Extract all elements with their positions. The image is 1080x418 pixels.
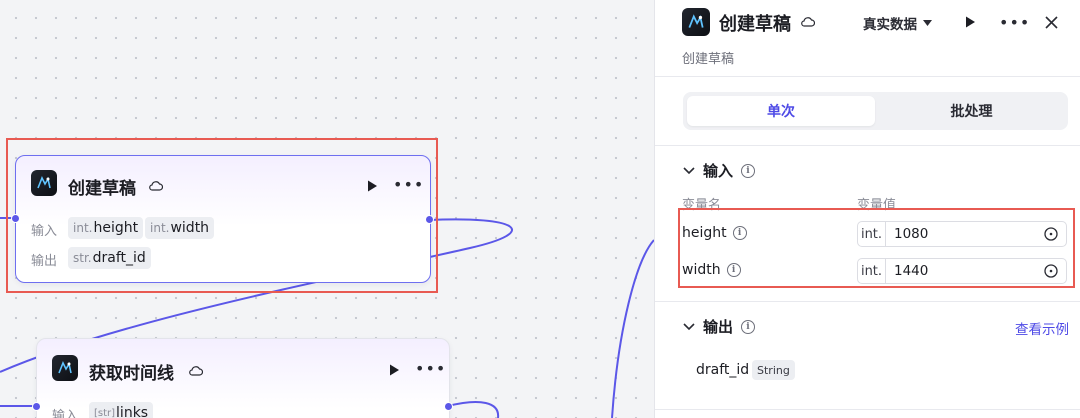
info-icon[interactable]: i (732, 226, 747, 240)
node-get-timeline[interactable]: 获取时间线 ••• 输入 [str] links (36, 338, 450, 418)
node1-input-port[interactable] (11, 214, 20, 223)
tab-single[interactable]: 单次 (687, 96, 875, 126)
input-section-header[interactable]: 输入 i (683, 160, 756, 181)
more-icon[interactable]: ••• (999, 15, 1030, 31)
panel-subtitle: 创建草稿 (682, 52, 735, 67)
plugin-logo-icon (52, 355, 78, 381)
column-header-name: 变量名 (682, 198, 722, 213)
wire-to-panel (611, 239, 654, 418)
input-row-label: 输入 (52, 409, 79, 418)
column-header-value: 变量值 (857, 198, 897, 213)
var-name-width: width i (682, 262, 741, 278)
plugin-logo-icon (682, 8, 710, 36)
value-field[interactable]: 1080 (886, 226, 1044, 242)
node-title: 获取时间线 (89, 364, 174, 384)
cloud-icon (801, 17, 815, 27)
divider (655, 76, 1080, 77)
info-icon[interactable]: i (741, 163, 756, 178)
wire-node2-out (447, 401, 500, 418)
divider (655, 301, 1080, 302)
info-icon[interactable]: i (726, 263, 741, 277)
cloud-icon (189, 366, 203, 376)
type-label: int. (858, 222, 886, 246)
input-chip-links: [str] links (89, 402, 154, 418)
cloud-icon (149, 181, 163, 191)
close-icon[interactable] (1045, 16, 1058, 29)
output-section-header[interactable]: 输出 i (683, 316, 756, 337)
output-row-label: 输出 (31, 254, 58, 269)
value-field[interactable]: 1440 (886, 263, 1044, 279)
output-var-type: String (752, 360, 795, 380)
node2-input-port[interactable] (32, 402, 41, 411)
plugin-logo-icon (31, 170, 57, 196)
more-icon[interactable]: ••• (393, 177, 424, 193)
input-row-label: 输入 (31, 224, 58, 239)
run-mode-tabs: 单次 批处理 (683, 92, 1068, 130)
tab-batch[interactable]: 批处理 (879, 96, 1064, 126)
node2-output-port[interactable] (444, 402, 453, 411)
output-chip-draft-id: str. draft_id (68, 247, 151, 269)
view-example-link[interactable]: 查看示例 (1015, 318, 1069, 338)
node1-output-port[interactable] (425, 215, 434, 224)
play-icon[interactable] (365, 179, 379, 193)
data-mode-select[interactable]: 真实数据 (863, 13, 932, 33)
input-chip-width: int. width (145, 217, 215, 239)
input-chip-height: int. height (68, 217, 144, 239)
node-title: 创建草稿 (68, 179, 136, 199)
divider (655, 145, 1080, 146)
node-create-draft[interactable]: 创建草稿 ••• 输入 int. height int. width 输出 str.… (15, 155, 431, 283)
play-icon[interactable] (387, 363, 401, 377)
output-var-name: draft_id (696, 362, 750, 378)
type-label: int. (858, 259, 886, 283)
variable-picker-icon[interactable] (1044, 264, 1058, 278)
caret-down-icon (923, 20, 932, 26)
more-icon[interactable]: ••• (415, 361, 446, 377)
divider (655, 409, 1080, 410)
chevron-down-icon (683, 166, 695, 174)
var-name-height: height i (682, 225, 747, 241)
variable-picker-icon[interactable] (1044, 227, 1058, 241)
play-icon[interactable] (963, 15, 977, 29)
var-input-height[interactable]: int. 1080 (857, 221, 1067, 247)
node-detail-panel: 创建草稿 真实数据 ••• 创建草稿 单次 批处理 输入 i 变量名 变量值 h… (654, 0, 1080, 418)
var-input-width[interactable]: int. 1440 (857, 258, 1067, 284)
chevron-down-icon (683, 322, 695, 330)
panel-title: 创建草稿 (719, 14, 791, 35)
info-icon[interactable]: i (741, 319, 756, 334)
